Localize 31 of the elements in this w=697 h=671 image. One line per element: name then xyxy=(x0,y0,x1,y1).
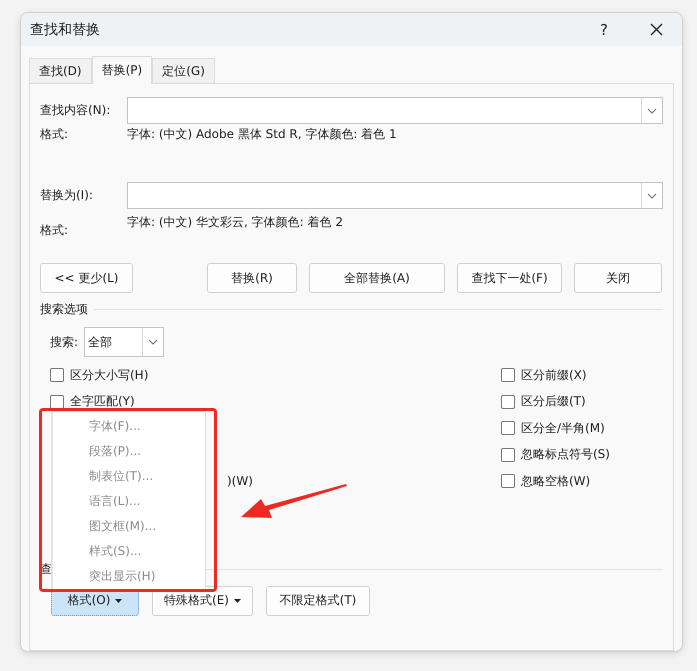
checkbox[interactable]: 区分大小写(H) xyxy=(50,362,350,388)
checkbox[interactable]: 区分后缀(T) xyxy=(501,388,663,415)
field-label: 查找内容(N): xyxy=(40,102,112,119)
close-icon[interactable] xyxy=(650,23,662,36)
checkbox[interactable]: 忽略标点符号(S) xyxy=(501,442,663,468)
find-field[interactable] xyxy=(127,97,663,124)
dialog-button[interactable]: 全部替换(A) xyxy=(309,263,445,293)
replace-field[interactable] xyxy=(127,182,663,209)
format-value: 字体: (中文) Adobe 黑体 Std R, 字体颜色: 着色 1 xyxy=(127,126,397,143)
dialog-button[interactable]: 替换(R) xyxy=(207,263,297,293)
field-label: 替换为(I): xyxy=(40,187,94,204)
format-label: 格式: xyxy=(40,222,70,239)
format-label: 格式: xyxy=(40,126,70,143)
format-button[interactable]: 不限定格式(T) xyxy=(266,586,370,616)
dialog-button[interactable]: 查找下一处(F) xyxy=(457,263,562,293)
checkbox[interactable]: 全字匹配(Y) xyxy=(50,388,350,415)
checkbox[interactable]: 忽略空格(W) xyxy=(501,468,663,494)
checkbox[interactable]: 区分全/半角(M) xyxy=(501,415,663,442)
window-title: 查找和替换 xyxy=(30,20,101,38)
tab[interactable]: 查找(D) xyxy=(29,58,92,83)
dialog-button[interactable]: << 更少(L) xyxy=(40,263,133,293)
help-button[interactable]: ? xyxy=(584,14,624,44)
checkbox[interactable]: 区分前缀(X) xyxy=(501,362,663,388)
section-title: 搜索选项 xyxy=(40,301,88,318)
dialog-button[interactable]: 关闭 xyxy=(574,263,662,293)
format-value: 字体: (中文) 华文彩云, 字体颜色: 着色 2 xyxy=(127,214,343,231)
search-dropdown[interactable]: 全部 xyxy=(84,327,164,357)
tab[interactable]: 替换(P) xyxy=(92,56,152,84)
option-label: )(W) xyxy=(227,473,254,490)
tab[interactable]: 定位(G) xyxy=(152,58,215,83)
search-label: 搜索: xyxy=(50,334,78,350)
